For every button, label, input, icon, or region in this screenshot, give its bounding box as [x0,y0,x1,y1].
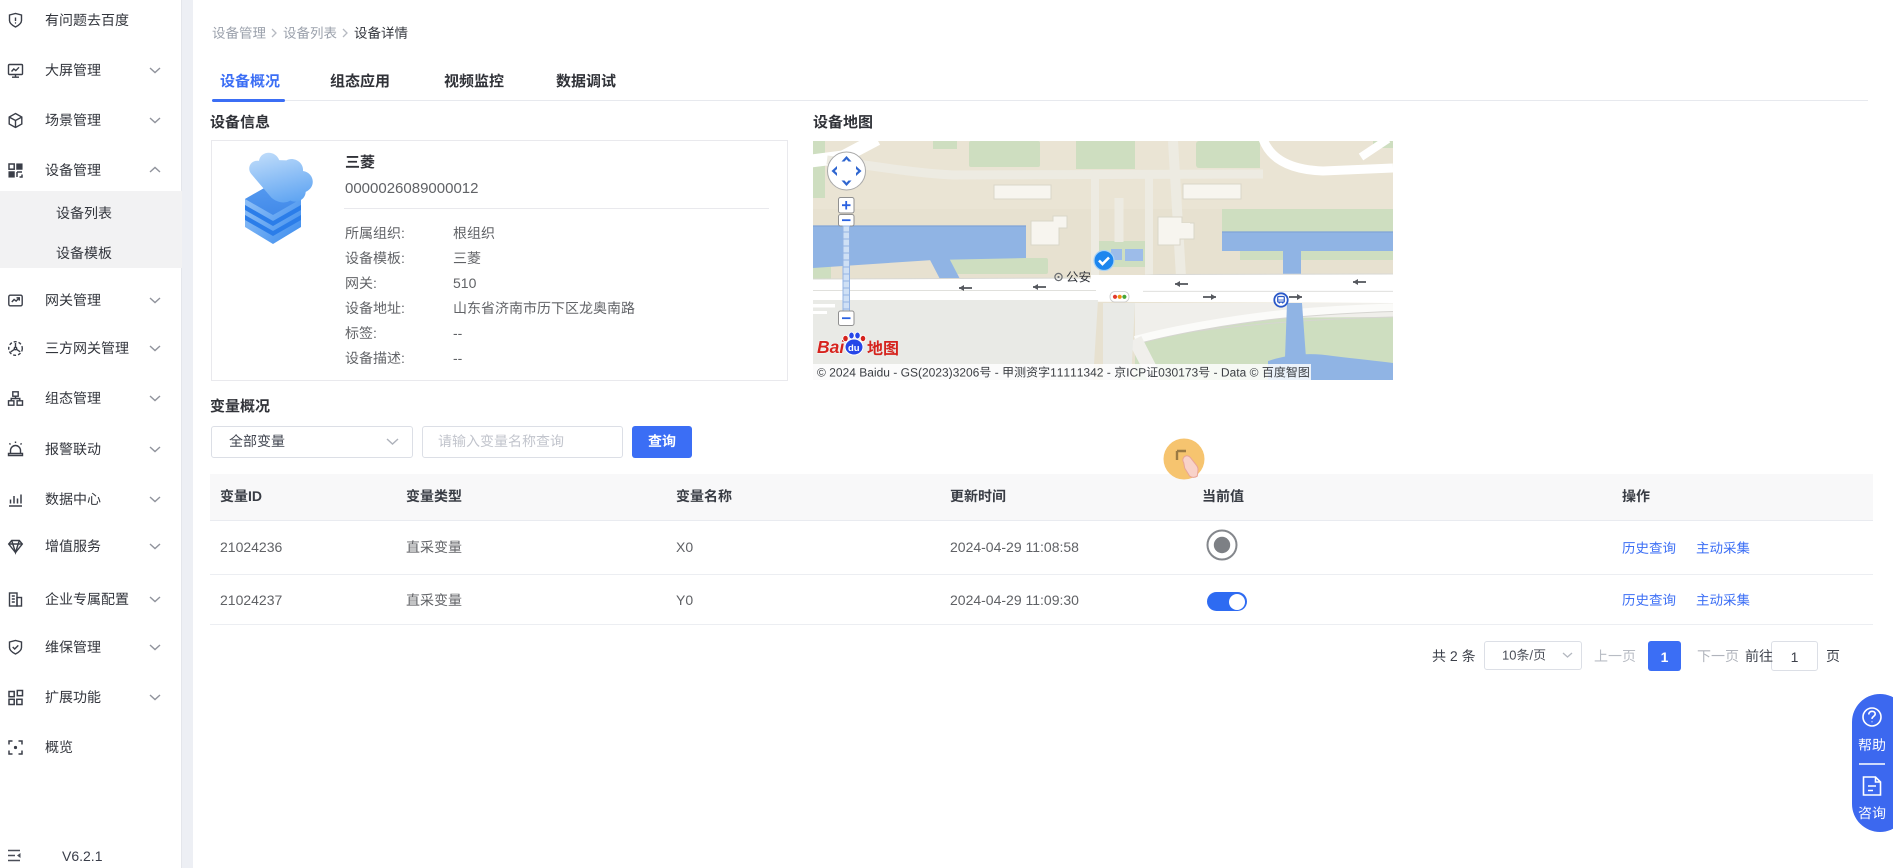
svg-text:Bai: Bai [817,337,845,357]
svg-text:du: du [848,343,860,354]
